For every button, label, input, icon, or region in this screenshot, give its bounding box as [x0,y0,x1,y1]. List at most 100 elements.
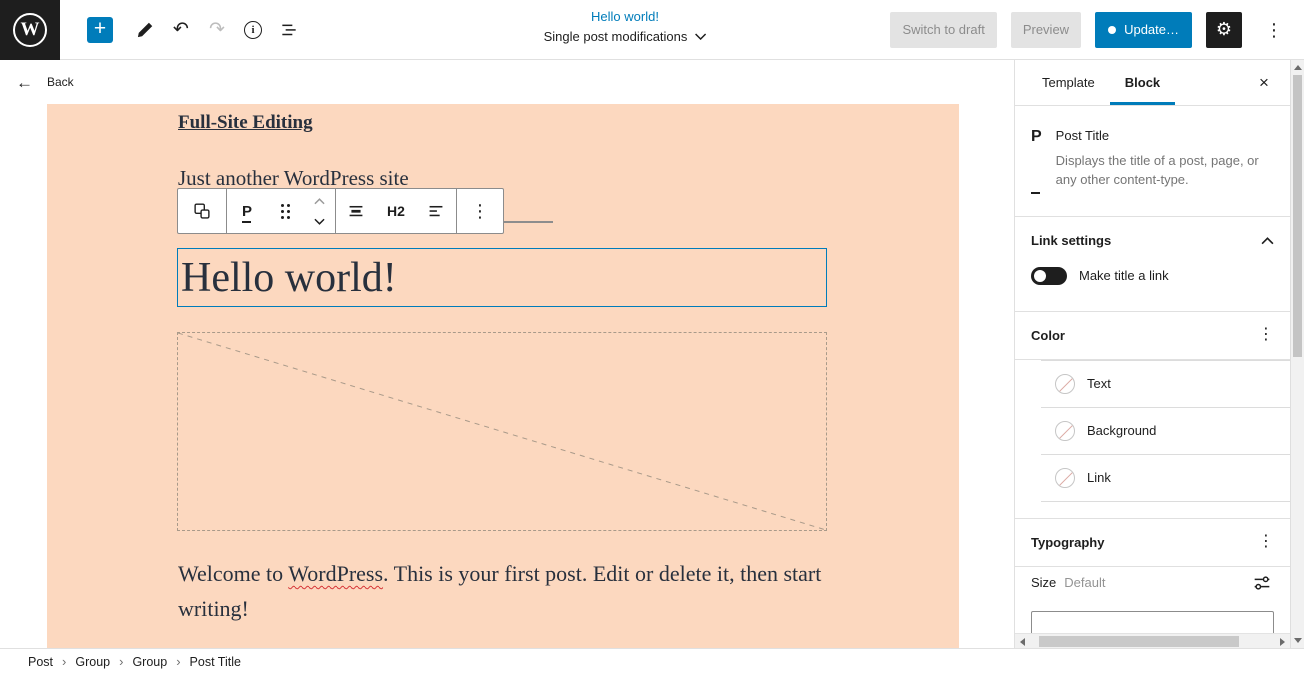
triangle-left-icon [1020,638,1025,646]
undo-button[interactable]: ↶ [163,12,199,48]
chevron-up-icon [314,198,325,205]
document-subtitle: Single post modifications [544,29,688,44]
size-settings-button[interactable] [1250,571,1274,595]
color-item-background[interactable]: Background [1041,408,1290,455]
color-item-label: Text [1087,376,1111,391]
block-card-description: Displays the title of a post, page, or a… [1056,152,1268,190]
settings-sidebar: Template Block × P Post Title Displays t… [1014,60,1290,648]
sidebar-tabs: Template Block × [1015,60,1290,106]
typography-body: Size Default [1015,567,1290,641]
color-item-text[interactable]: Text [1041,361,1290,408]
block-inserter-button[interactable]: + [87,17,113,43]
list-view-button[interactable] [271,12,307,48]
editor-topbar: W + ↶ ↷ i Hello world! Single [0,0,1304,60]
settings-button[interactable]: ⚙ [1206,12,1242,48]
wordpress-logo-icon: W [13,13,47,47]
close-icon: × [1259,73,1269,92]
post-content-paragraph[interactable]: Welcome to WordPress. This is your first… [178,556,838,626]
select-parent-block-button[interactable] [178,189,226,233]
vertical-scrollbar-thumb[interactable] [1293,75,1302,357]
topbar-tools: ↶ ↷ i [127,12,307,48]
list-view-icon [279,20,299,40]
horizontal-scrollbar-thumb[interactable] [1039,636,1239,647]
triangle-up-icon [1294,65,1302,70]
document-overview[interactable]: Hello world! Single post modifications [544,9,707,44]
move-down-button[interactable] [303,211,335,231]
more-vertical-icon: ⋮ [1258,327,1274,343]
drag-handle-icon [281,204,290,219]
block-options-button[interactable]: ⋮ [457,189,503,233]
scroll-right-arrow[interactable] [1275,634,1290,648]
size-labels: Size Default [1031,575,1106,590]
wordpress-menu-button[interactable]: W [0,0,60,60]
vertical-scrollbar[interactable] [1290,60,1304,648]
switch-to-draft-button[interactable]: Switch to draft [890,12,996,48]
font-size-row: Size Default [1031,571,1274,595]
block-movers [303,189,335,233]
block-type-button[interactable]: P [227,189,267,233]
update-button-label: Update… [1124,22,1179,37]
empty-color-swatch-icon [1055,374,1075,394]
more-vertical-icon: ⋮ [1265,21,1283,39]
move-up-button[interactable] [303,191,335,211]
tools-button[interactable] [127,12,163,48]
update-button[interactable]: Update… [1095,12,1192,48]
text-align-button[interactable] [416,189,456,233]
block-card: P Post Title Displays the title of a pos… [1015,106,1290,217]
redo-button[interactable]: ↷ [199,12,235,48]
gear-icon: ⚙ [1216,19,1232,40]
back-button[interactable]: ← Back [16,74,74,91]
misspelled-word: WordPress [288,561,383,586]
color-item-label: Background [1087,423,1156,438]
pencil-icon [135,20,155,40]
post-title-block-icon: P [242,204,252,219]
drag-handle[interactable] [267,189,303,233]
size-label: Size [1031,575,1056,590]
options-menu-button[interactable]: ⋮ [1256,12,1292,48]
post-editing-canvas: Full-Site Editing Just another WordPress… [47,104,959,648]
post-title-text: Hello world! [178,257,397,299]
post-title-block-selected[interactable]: Hello world! [177,248,827,307]
featured-image-placeholder[interactable] [177,332,827,531]
heading-level-button[interactable]: H2 [376,189,416,233]
close-sidebar-button[interactable]: × [1248,60,1280,105]
chevron-down-icon [314,218,325,225]
breadcrumb-group-2[interactable]: Group [132,655,167,669]
panel-typography: Typography ⋮ Size Default [1015,519,1290,642]
sidebar-horizontal-scrollbar[interactable] [1015,633,1290,648]
color-item-link[interactable]: Link [1041,455,1290,502]
breadcrumb-current: Post Title [190,655,241,669]
paragraph-text-before: Welcome to [178,561,288,586]
editor-content-area: ← Back Full-Site Editing Just another Wo… [0,60,1014,648]
link-settings-panel-toggle[interactable]: Link settings [1015,217,1290,265]
undo-icon: ↶ [173,20,189,39]
sliders-icon [1251,572,1273,594]
placeholder-diagonal-line [178,333,826,530]
more-vertical-icon: ⋮ [1258,534,1274,550]
scroll-left-arrow[interactable] [1015,634,1030,648]
more-vertical-icon: ⋮ [471,202,489,220]
panel-color: Color ⋮ Text Background Link [1015,312,1290,519]
details-button[interactable]: i [235,12,271,48]
topbar-actions: Switch to draft Preview Update… ⚙ ⋮ [890,12,1304,48]
document-title: Hello world! [544,9,707,24]
site-title-link[interactable]: Full-Site Editing [178,112,313,134]
chevron-down-icon [694,33,706,40]
redo-icon: ↷ [209,20,225,39]
breadcrumb-separator: › [176,654,180,669]
scroll-down-arrow[interactable] [1291,633,1304,648]
tab-template[interactable]: Template [1027,60,1110,105]
breadcrumb-separator: › [119,654,123,669]
scroll-up-arrow[interactable] [1291,60,1304,75]
preview-button[interactable]: Preview [1011,12,1081,48]
color-settings-list: Text Background Link [1041,360,1290,502]
text-align-left-icon [425,200,447,222]
typography-panel-header[interactable]: Typography ⋮ [1015,519,1290,567]
breadcrumb-post[interactable]: Post [28,655,53,669]
color-panel-header[interactable]: Color ⋮ [1015,312,1290,360]
breadcrumb-group-1[interactable]: Group [75,655,110,669]
block-align-button[interactable] [336,189,376,233]
size-value: Default [1064,575,1105,590]
make-title-link-toggle[interactable] [1031,267,1067,285]
tab-block[interactable]: Block [1110,60,1175,105]
